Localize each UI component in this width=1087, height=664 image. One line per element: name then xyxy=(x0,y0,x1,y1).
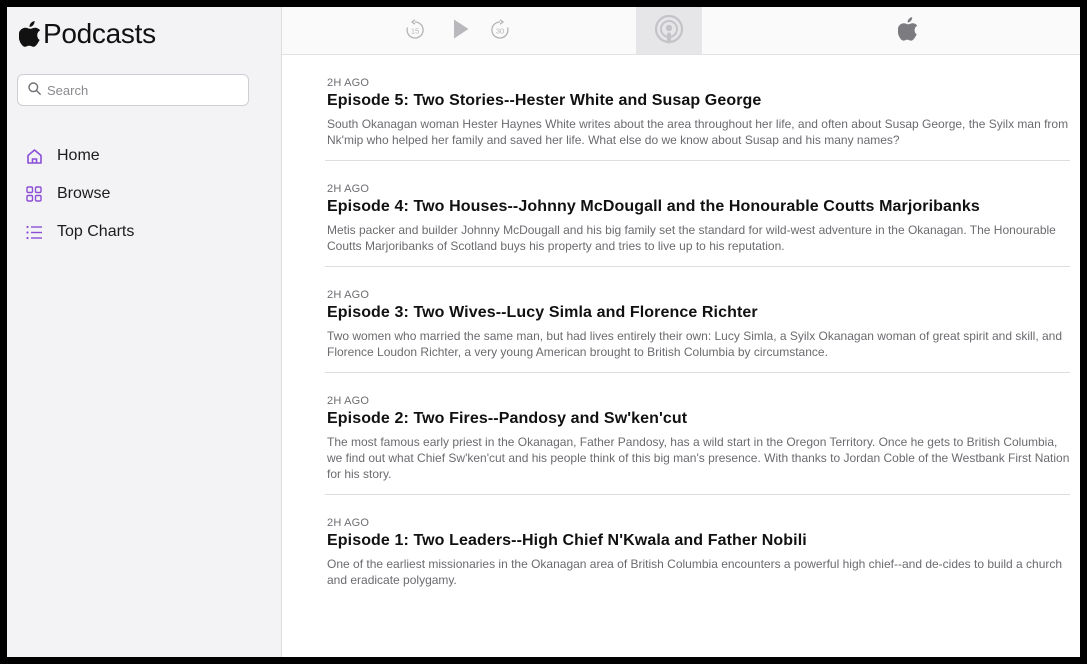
apple-logo-icon xyxy=(19,21,41,47)
play-button[interactable] xyxy=(452,18,470,40)
sidebar: Podcasts Search Home Browse Top Charts xyxy=(7,7,282,657)
sidebar-item-label: Browse xyxy=(57,185,111,202)
skip-back-icon: 15 xyxy=(406,19,424,39)
podcasts-window: Podcasts Search Home Browse Top Charts 1… xyxy=(7,7,1080,657)
episode-description: The most famous early priest in the Okan… xyxy=(327,435,1070,481)
skip-forward-seconds: 30 xyxy=(496,27,504,36)
episode-row[interactable]: 2H AGO Episode 2: Two Fires--Pandosy and… xyxy=(325,373,1070,495)
player-toolbar: 15 30 xyxy=(282,7,1080,55)
episode-date: 2H AGO xyxy=(327,289,370,301)
home-icon xyxy=(25,147,43,165)
episode-title[interactable]: Episode 2: Two Fires--Pandosy and Sw'ken… xyxy=(327,410,1070,428)
app-title: Podcasts xyxy=(43,18,156,49)
search-placeholder: Search xyxy=(47,82,89,98)
episode-description: Metis packer and builder Johnny McDougal… xyxy=(327,223,1056,253)
episode-row[interactable]: 2H AGO Episode 5: Two Stories--Hester Wh… xyxy=(325,54,1070,161)
episode-date: 2H AGO xyxy=(327,77,370,89)
episode-title[interactable]: Episode 5: Two Stories--Hester White and… xyxy=(327,92,1070,110)
episode-description: South Okanagan woman Hester Haynes White… xyxy=(327,117,1069,147)
skip-forward-button[interactable]: 30 xyxy=(489,19,511,41)
sidebar-item-home[interactable]: Home xyxy=(7,137,281,175)
sidebar-item-top-charts[interactable]: Top Charts xyxy=(7,213,281,251)
episode-title[interactable]: Episode 1: Two Leaders--High Chief N'Kwa… xyxy=(327,532,1070,550)
grid-icon xyxy=(25,185,43,203)
search-input[interactable]: Search xyxy=(17,74,249,106)
episode-description: Two women who married the same man, but … xyxy=(327,329,1063,359)
sidebar-item-label: Top Charts xyxy=(57,223,135,240)
episode-row[interactable]: 2H AGO Episode 1: Two Leaders--High Chie… xyxy=(325,495,1070,600)
sidebar-item-browse[interactable]: Browse xyxy=(7,175,281,213)
list-icon xyxy=(25,223,43,241)
skip-back-button[interactable]: 15 xyxy=(404,19,426,41)
episode-title[interactable]: Episode 3: Two Wives--Lucy Simla and Flo… xyxy=(327,304,1070,322)
search-icon xyxy=(28,82,41,98)
episode-date: 2H AGO xyxy=(327,395,370,407)
episode-title[interactable]: Episode 4: Two Houses--Johnny McDougall … xyxy=(327,198,1070,216)
now-playing-artwork[interactable] xyxy=(636,7,702,54)
episode-list: 2H AGO Episode 5: Two Stories--Hester Wh… xyxy=(325,54,1070,600)
episode-description: One of the earliest missionaries in the … xyxy=(327,557,1063,587)
app-brand: Podcasts xyxy=(19,17,156,51)
podcast-icon xyxy=(654,14,684,43)
episode-row[interactable]: 2H AGO Episode 4: Two Houses--Johnny McD… xyxy=(325,161,1070,267)
skip-forward-icon: 30 xyxy=(491,19,509,39)
sidebar-nav: Home Browse Top Charts xyxy=(7,137,281,251)
skip-back-seconds: 15 xyxy=(411,27,419,36)
sidebar-item-label: Home xyxy=(57,147,100,164)
episode-date: 2H AGO xyxy=(327,183,370,195)
episode-date: 2H AGO xyxy=(327,517,370,529)
play-icon xyxy=(454,19,469,39)
episode-row[interactable]: 2H AGO Episode 3: Two Wives--Lucy Simla … xyxy=(325,267,1070,373)
apple-logo-icon xyxy=(897,17,918,46)
